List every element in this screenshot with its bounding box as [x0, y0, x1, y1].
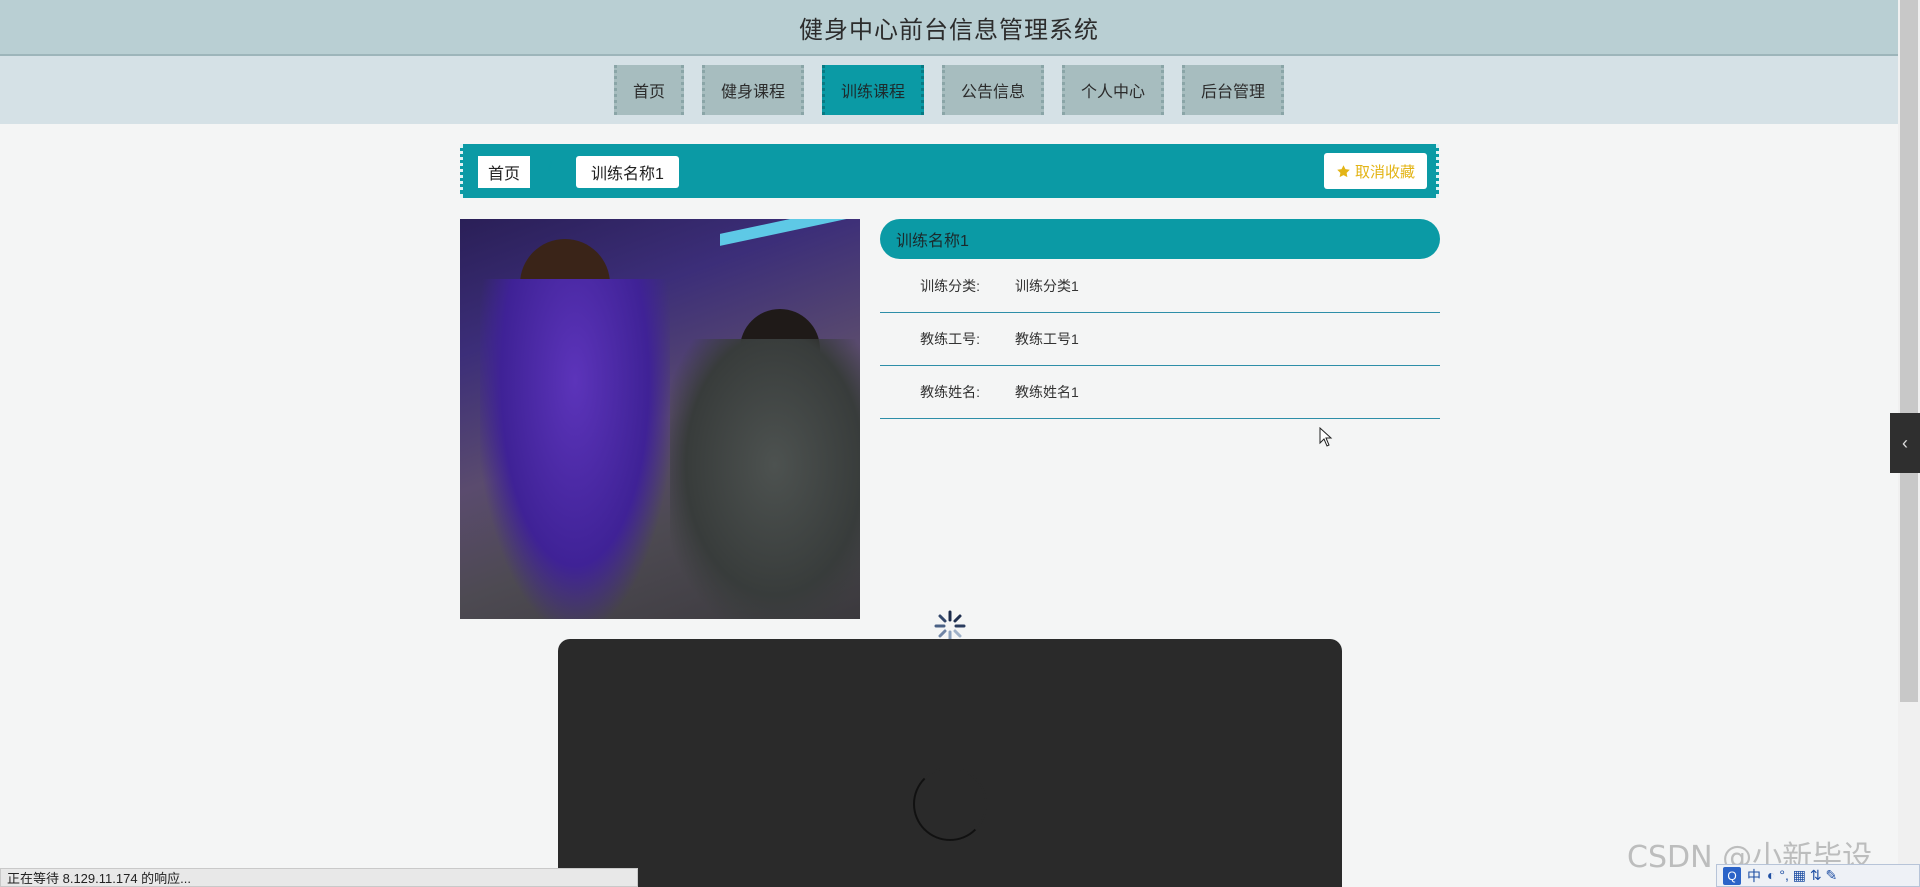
browser-status-bar: 正在等待 8.129.11.174 的响应... [0, 868, 638, 887]
breadcrumb-current: 训练名称1 [576, 156, 679, 188]
training-photo [460, 219, 860, 619]
nav-item-announcements[interactable]: 公告信息 [942, 65, 1045, 115]
scrollbar-thumb[interactable] [1900, 0, 1918, 702]
star-icon [1337, 164, 1350, 177]
ime-toolbar[interactable]: Q 中 ◐ °, ▦ ⇅ ✎ [1716, 864, 1920, 887]
cancel-favorite-label: 取消收藏 [1354, 163, 1415, 181]
nav-item-fitness-courses[interactable]: 健身课程 [701, 65, 804, 115]
detail-label: 教练姓名: [920, 384, 980, 400]
chevron-left-icon: ‹ [1902, 432, 1908, 453]
photo-figure-right [670, 339, 860, 619]
loading-spinner-icon [934, 610, 966, 642]
detail-value: 教练工号1 [1015, 331, 1079, 347]
nav-item-training-courses[interactable]: 训练课程 [821, 65, 924, 115]
detail-row-category: 训练分类: 训练分类1 [880, 260, 1440, 313]
nav-item-admin[interactable]: 后台管理 [1182, 65, 1285, 115]
ime-extra-icons[interactable]: ◐ °, ▦ ⇅ ✎ [1767, 867, 1837, 884]
nav-item-home[interactable]: 首页 [613, 65, 684, 115]
mouse-cursor-icon [1319, 427, 1333, 447]
ime-mode[interactable]: 中 [1747, 866, 1761, 886]
detail-value: 训练分类1 [1015, 278, 1079, 294]
detail-label: 教练工号: [920, 331, 980, 347]
loading-overlay-panel [558, 639, 1342, 887]
detail-label: 训练分类: [920, 278, 980, 294]
detail-row-coach-name: 教练姓名: 教练姓名1 [880, 366, 1440, 419]
nav-item-personal-center[interactable]: 个人中心 [1062, 65, 1165, 115]
side-panel-toggle[interactable]: ‹ [1890, 413, 1920, 473]
detail-row-coach-id: 教练工号: 教练工号1 [880, 313, 1440, 366]
breadcrumb-home[interactable]: 首页 [478, 156, 531, 188]
ime-logo-icon: Q [1723, 866, 1741, 885]
detail-value: 教练姓名1 [1015, 384, 1079, 400]
photo-figure-left [480, 279, 670, 619]
breadcrumb: 首页 / 训练名称1 取消收藏 [460, 144, 1439, 198]
site-header: 健身中心前台信息管理系统 [0, 0, 1898, 56]
main-nav: 首页 健身课程 训练课程 公告信息 个人中心 后台管理 [0, 65, 1898, 115]
detail-title: 训练名称1 [880, 219, 1440, 259]
cancel-favorite-button[interactable]: 取消收藏 [1323, 153, 1427, 189]
loading-ring-icon [913, 767, 987, 841]
breadcrumb-separator: / [548, 158, 553, 175]
site-title: 健身中心前台信息管理系统 [799, 16, 1099, 44]
ceiling-light [720, 219, 860, 246]
